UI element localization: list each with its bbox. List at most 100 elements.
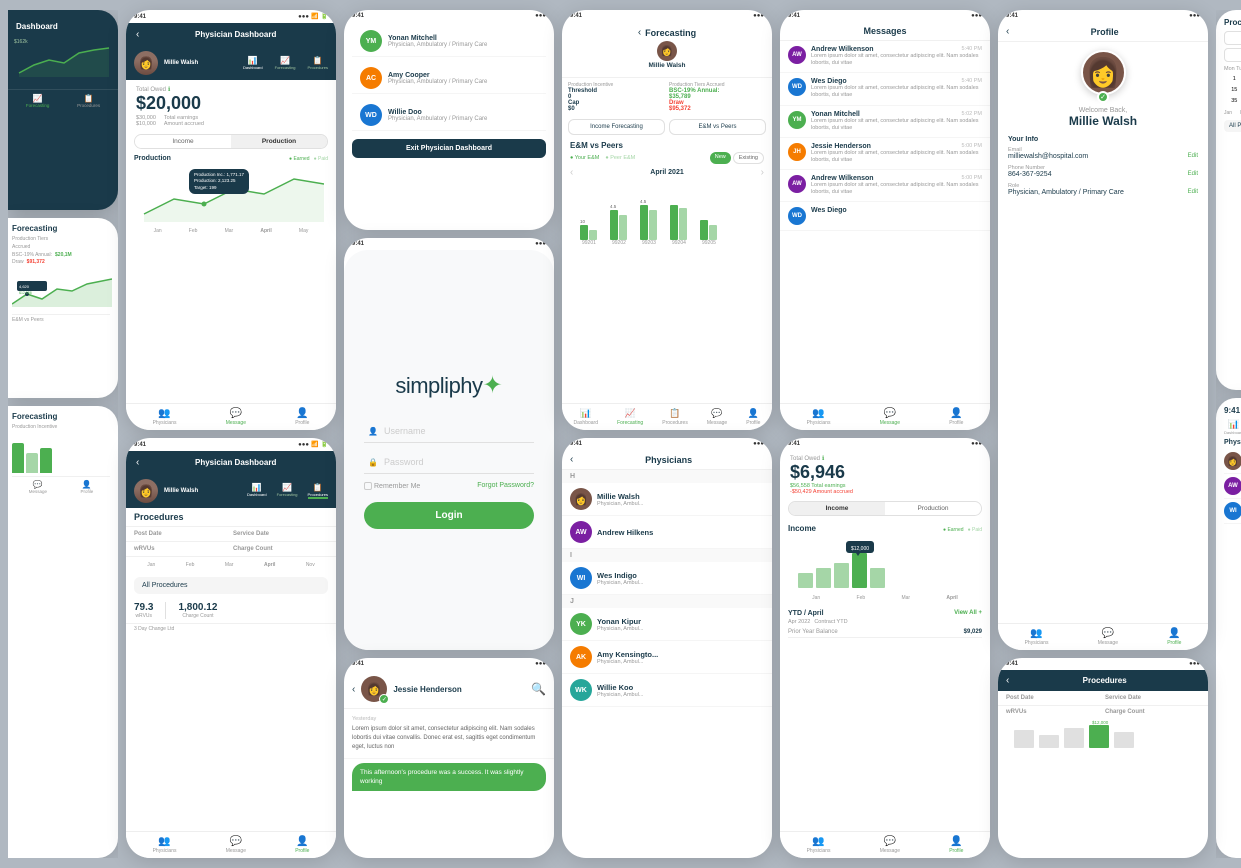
- col2: 9:41 ●●●📶🔋 ‹ Physician Dashboard 👩 Milli…: [126, 10, 336, 858]
- nav-physicians-2[interactable]: 👥Physicians: [153, 836, 177, 854]
- nav-dashboard-fc[interactable]: 📊Dashboard: [574, 408, 598, 426]
- em-new-toggle[interactable]: New: [710, 152, 731, 164]
- msg-nav-item[interactable]: 💬 Message: [29, 480, 47, 494]
- nav-message-msg[interactable]: 💬Message: [880, 408, 900, 426]
- phys-right-1[interactable]: 👩 Millie Walsh Physician, Ambu...: [1224, 449, 1241, 474]
- income-tabs[interactable]: Income Production: [788, 501, 982, 516]
- role-info: Role Physician, Ambulatory / Primary Car…: [1008, 183, 1198, 196]
- physician-avatar-1: 👩: [134, 51, 158, 75]
- msg-yonan[interactable]: YM Yonan Mitchell5:02 PM Lorem ipsum dol…: [780, 106, 990, 138]
- nav-profile-inc[interactable]: 👤Profile: [949, 836, 963, 854]
- nav-message-2[interactable]: 💬Message: [226, 836, 246, 854]
- all-procedures-btn[interactable]: All Procedures: [134, 577, 328, 594]
- post-date-btn[interactable]: Post Date: [1224, 31, 1241, 45]
- chat-back-arrow[interactable]: ‹: [352, 684, 355, 695]
- login-button[interactable]: Login: [364, 502, 534, 529]
- amy-cooper-name: Amy Cooper: [388, 72, 538, 79]
- income-chart-section: Income ● Earned ● Paid: [780, 520, 990, 607]
- nav-physicians-prof[interactable]: 👥Physicians: [1025, 628, 1049, 646]
- chart-prev-arrow[interactable]: ‹: [570, 167, 573, 178]
- edit-email-btn[interactable]: Edit: [1188, 153, 1198, 160]
- profile-header: ‹ Profile: [998, 22, 1208, 42]
- phys-right-3[interactable]: WI Wes Indigo Physician, Ambu...: [1224, 499, 1241, 524]
- forecasting-title-bar: ‹ Forecasting 👩 Millie Walsh: [562, 22, 772, 78]
- nav-procedures-fc[interactable]: 📋Procedures: [662, 408, 688, 426]
- svg-text:4.5: 4.5: [610, 204, 617, 209]
- tab-production[interactable]: Production: [231, 135, 327, 148]
- em-existing-toggle[interactable]: Existing: [733, 152, 764, 164]
- procedures-nav-2[interactable]: 📋Procedures: [308, 483, 328, 499]
- nav-profile[interactable]: 👤Profile: [295, 408, 309, 426]
- bottom-nav-income: 👥Physicians 💬Message 👤Profile: [780, 831, 990, 858]
- physician-item-ac[interactable]: AC Amy Cooper Physician, Ambulatory / Pr…: [352, 63, 546, 94]
- physician-willie-k[interactable]: WK Willie Koo Physician, Ambul...: [562, 674, 772, 707]
- forecasting-nav-2[interactable]: 📈Forecasting: [277, 483, 298, 499]
- income-forecasting-btn[interactable]: Income Forecasting: [568, 119, 665, 135]
- dashboard-nav[interactable]: 📊Dashboard: [243, 56, 263, 70]
- nav-procedures[interactable]: 📋 Procedures: [77, 94, 100, 108]
- col4: 9:41 ●●● ‹ Forecasting 👩 Millie Walsh Pr…: [562, 10, 772, 858]
- nav-profile-fc[interactable]: 👤Profile: [746, 408, 760, 426]
- physician-yonan[interactable]: YK Yonan Kipur Physician, Ambul...: [562, 608, 772, 641]
- physician-item-ym[interactable]: YM Yonan Mitchell Physician, Ambulatory …: [352, 26, 546, 57]
- msg-andrew-2[interactable]: AW Andrew Wilkenson5:00 PM Lorem ipsum d…: [780, 170, 990, 202]
- forecast-partial-title: Forecasting: [12, 224, 110, 233]
- msg-wes[interactable]: WD Wes Diego5:40 PM Lorem ipsum dolor si…: [780, 73, 990, 105]
- tab-income-active[interactable]: Income: [789, 502, 885, 515]
- back-arrow-2[interactable]: ‹: [136, 457, 139, 468]
- nav-physicians-msg[interactable]: 👥Physicians: [807, 408, 831, 426]
- nav-profile-2[interactable]: 👤Profile: [295, 836, 309, 854]
- dashboard-title: Dashboard: [16, 22, 110, 31]
- tab-production-inc[interactable]: Production: [885, 502, 981, 515]
- forecast-right-partial: 9:41 📊Dashboard 📈Forecasting 📋Profile Ph…: [1216, 398, 1241, 858]
- nav-forecasting[interactable]: 📈 Forecasting: [26, 94, 50, 108]
- phone-header-1: ‹ Physician Dashboard: [126, 23, 336, 46]
- nav-forecasting-fc[interactable]: 📈Forecasting: [617, 408, 643, 426]
- nav-profile-prof[interactable]: 👤Profile: [1167, 628, 1181, 646]
- password-input[interactable]: 🔒 Password: [364, 451, 534, 474]
- back-arrow-forecast[interactable]: ‹: [638, 27, 641, 38]
- nav-physicians-inc[interactable]: 👥Physicians: [807, 836, 831, 854]
- phone-messages: 9:41●●● Messages AW Andrew Wilkenson5:40…: [780, 10, 990, 430]
- wrvus-btn[interactable]: wRVUs: [1224, 48, 1241, 62]
- edit-phone-btn[interactable]: Edit: [1188, 171, 1198, 178]
- exit-physician-dashboard-btn[interactable]: Exit Physician Dashboard: [352, 139, 546, 158]
- physician-item-wd[interactable]: WD Willie Doo Physician, Ambulatory / Pr…: [352, 100, 546, 131]
- tab-income[interactable]: Income: [135, 135, 231, 148]
- income-production-tabs[interactable]: Income Production: [134, 134, 328, 149]
- username-input[interactable]: 👤 Username: [364, 420, 534, 443]
- physician-amy-k[interactable]: AK Amy Kensingto... Physician, Ambul...: [562, 641, 772, 674]
- nav-physicians[interactable]: 👥Physicians: [153, 408, 177, 426]
- total-owed-label-1: Total Owed ℹ: [136, 86, 326, 93]
- nav-message-inc[interactable]: 💬Message: [880, 836, 900, 854]
- forecasting-nav[interactable]: 📈Forecasting: [275, 56, 296, 70]
- msg-jessie[interactable]: JH Jessie Henderson5:00 PM Lorem ipsum d…: [780, 138, 990, 170]
- physician-wes-i[interactable]: WI Wes Indigo Physician, Ambul...: [562, 562, 772, 595]
- physician-millie[interactable]: 👩 Millie Walsh Physician, Ambul...: [562, 483, 772, 516]
- forgot-password-link[interactable]: Forgot Password?: [477, 482, 534, 490]
- nav-message-prof[interactable]: 💬Message: [1098, 628, 1118, 646]
- forecast-mini-chart: 4,620 $12,888: [12, 269, 112, 309]
- physicians-header: ‹ Physicians: [562, 450, 772, 470]
- msg-wes-2[interactable]: WD Wes Diego: [780, 202, 990, 231]
- physician-andrew[interactable]: AW Andrew Hilkens: [562, 516, 772, 549]
- msg-andrew[interactable]: AW Andrew Wilkenson5:40 PM Lorem ipsum d…: [780, 41, 990, 73]
- bottom-nav-messages: 👥Physicians 💬Message 👤Profile: [780, 403, 990, 430]
- nav-message[interactable]: 💬Message: [226, 408, 246, 426]
- back-arrow[interactable]: ‹: [136, 29, 139, 40]
- em-section-title: E&M vs Peers: [570, 141, 764, 150]
- profile-nav-item[interactable]: 👤 Profile: [80, 480, 93, 494]
- view-all-btn[interactable]: View All +: [954, 610, 982, 617]
- edit-role-btn[interactable]: Edit: [1188, 189, 1198, 196]
- dash-nav-right[interactable]: 📊Dashboard: [1224, 419, 1241, 435]
- nav-profile-msg[interactable]: 👤Profile: [949, 408, 963, 426]
- search-icon-chat[interactable]: 🔍: [531, 682, 546, 696]
- all-proc-right[interactable]: All Procedures: [1224, 120, 1241, 132]
- chart-next-arrow[interactable]: ›: [761, 167, 764, 178]
- em-vs-peers-btn[interactable]: E&M vs Peers: [669, 119, 766, 135]
- nav-message-fc[interactable]: 💬Message: [707, 408, 727, 426]
- login-screen: simpliphy ✦ 👤 Username 🔒 Password: [344, 250, 554, 650]
- procedures-nav[interactable]: 📋Procedures: [308, 56, 328, 70]
- phys-right-2[interactable]: AW Andrew Wilkem... Physician, Ambu...: [1224, 474, 1241, 499]
- dashboard-nav-2[interactable]: 📊Dashboard: [247, 483, 267, 499]
